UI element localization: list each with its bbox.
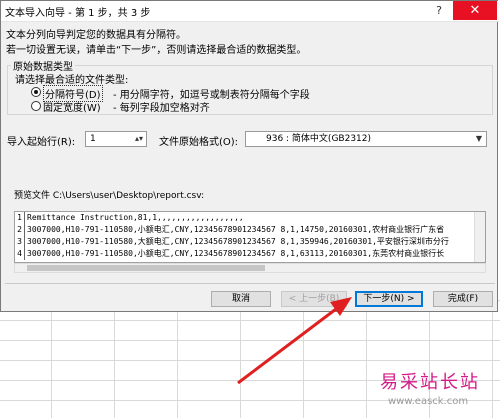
previous-button[interactable]: < 上一步(B) (281, 291, 347, 307)
preview-row: 3 3007000,H10-791-110580,大额电汇,CNY,1234567… (15, 236, 475, 248)
file-type-prompt: 请选择最合适的文件类型: (15, 75, 129, 86)
finish-button[interactable]: 完成(F) (433, 291, 493, 307)
close-icon: ✕ (469, 3, 481, 18)
fixed-width-radio[interactable] (31, 101, 41, 111)
scrollbar-thumb[interactable] (27, 265, 265, 271)
watermark-url: www.easck.com (388, 396, 469, 407)
preview-row: 1 Remittance Instruction,81,1,,,,,,,,,,,,… (15, 212, 475, 224)
fixed-width-radio-label[interactable]: 固定宽度(W) (43, 99, 101, 114)
next-button[interactable]: 下一步(N) > (355, 291, 423, 307)
preview-pane[interactable]: 1 Remittance Instruction,81,1,,,,,,,,,,,,… (14, 211, 486, 263)
start-row-label: 导入起始行(R): (7, 137, 76, 148)
start-row-spinner[interactable]: 1 ▴▾ (85, 131, 147, 147)
preview-horizontal-scrollbar[interactable] (14, 263, 486, 273)
close-button[interactable]: ✕ (453, 1, 497, 20)
watermark-brand: 易采站长站 (380, 372, 480, 393)
spinner-arrows-icon[interactable]: ▴▾ (132, 132, 146, 146)
text-import-wizard-dialog: 文本导入向导 - 第 1 步，共 3 步 ? ✕ 文本分列向导判定您的数据具有分… (0, 0, 499, 312)
dialog-titlebar: 文本导入向导 - 第 1 步，共 3 步 ? ✕ (1, 1, 499, 22)
preview-row: 4 3007000,H10-791-110580,小额电汇,CNY,1234567… (15, 248, 475, 260)
file-origin-label: 文件原始格式(O): (159, 137, 239, 148)
start-row-value: 1 (90, 134, 96, 144)
file-origin-select[interactable]: 936 : 简体中文(GB2312) ▼ (245, 131, 487, 147)
fixed-width-description: - 每列字段加空格对齐 (113, 103, 210, 114)
cancel-button[interactable]: 取消 (211, 291, 271, 307)
chevron-down-icon[interactable]: ▼ (472, 132, 486, 146)
delimited-radio[interactable] (31, 87, 41, 97)
dialog-title: 文本导入向导 - 第 1 步，共 3 步 (5, 8, 151, 19)
preview-label: 预览文件 C:\Users\user\Desktop\report.csv: (14, 191, 205, 201)
help-button[interactable]: ? (427, 2, 451, 19)
intro-line-1: 文本分列向导判定您的数据具有分隔符。 (6, 30, 186, 41)
preview-vertical-scrollbar[interactable] (474, 212, 485, 262)
file-origin-value: 936 : 简体中文(GB2312) (266, 134, 372, 144)
intro-line-2: 若一切设置无误，请单击“下一步”，否则请选择最合适的数据类型。 (6, 45, 307, 56)
preview-row: 2 3007000,H10-791-110580,小额电汇,CNY,1234567… (15, 224, 475, 236)
button-divider (5, 283, 495, 284)
